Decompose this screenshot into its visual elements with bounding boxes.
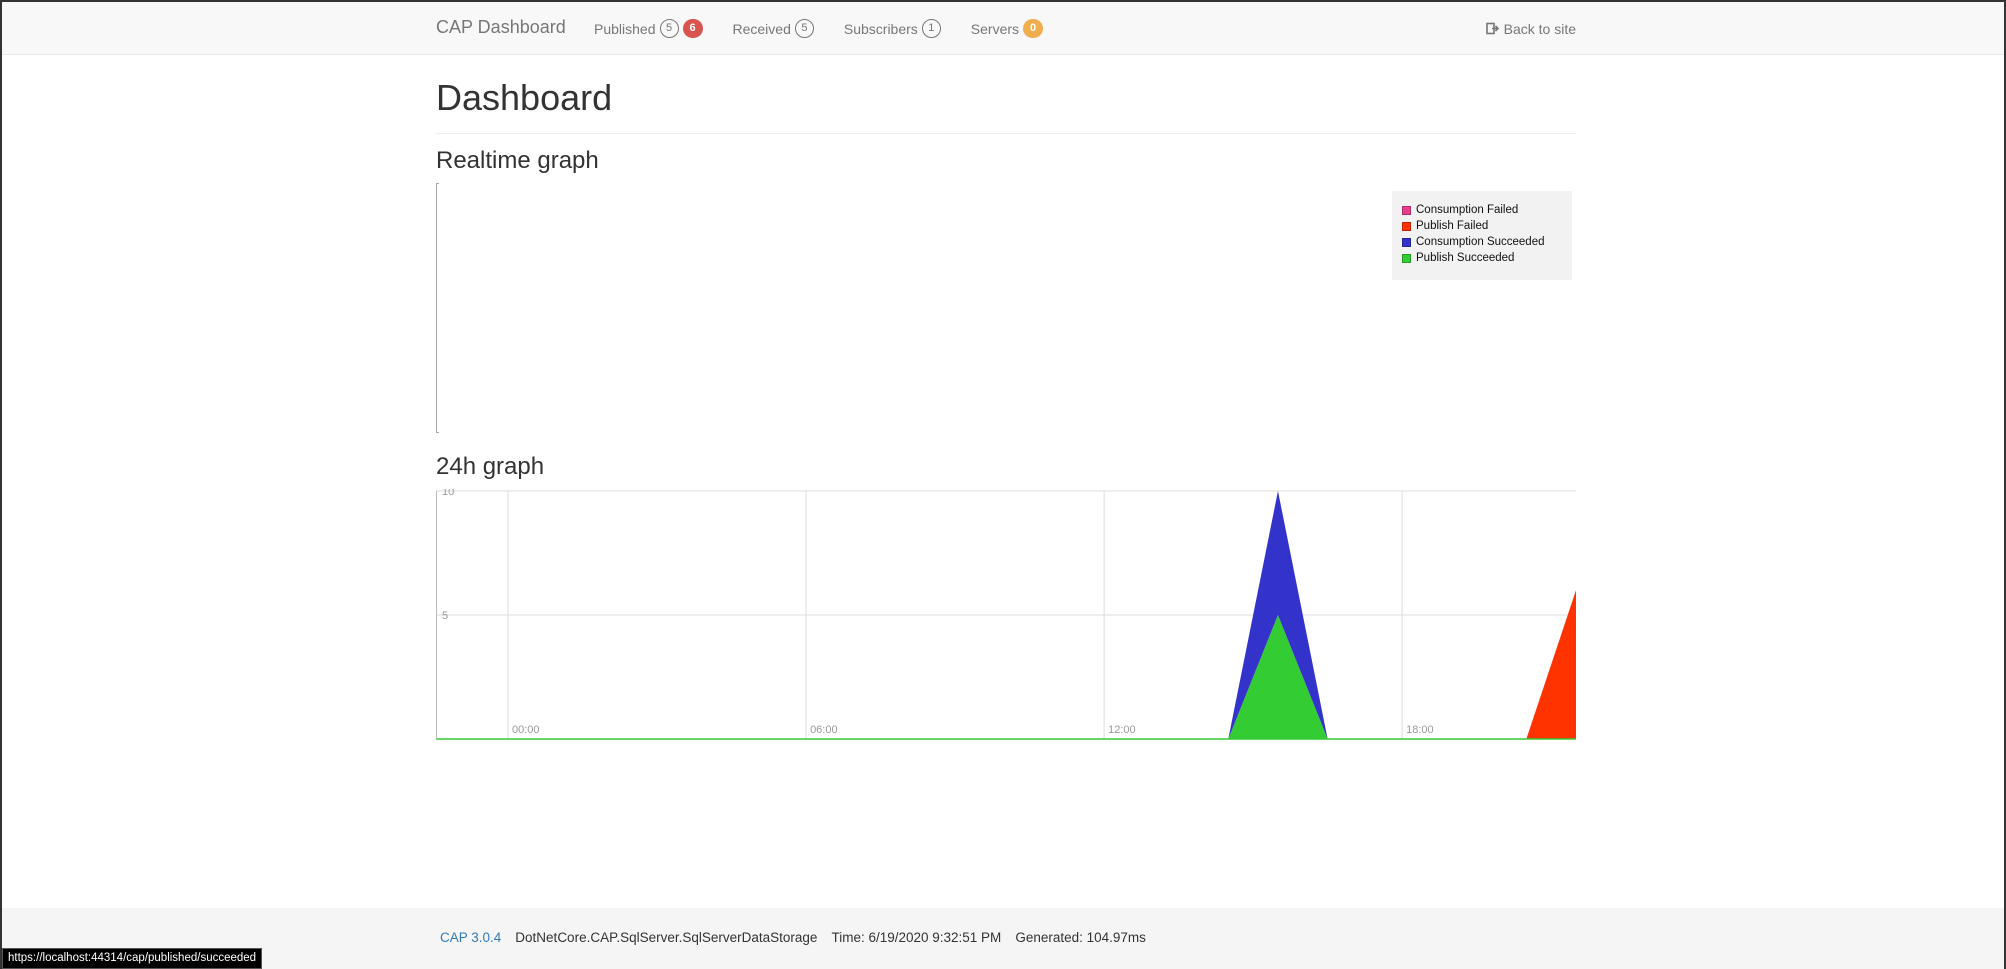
legend-item: Publish Failed [1402, 218, 1562, 234]
nav-items: Published 5 6 Received 5 Subscribers 1 Servers 0 [594, 2, 1073, 55]
back-to-site-label: Back to site [1503, 20, 1576, 37]
legend-label: Consumption Failed [1416, 204, 1519, 216]
nav-item-label: Published [594, 20, 656, 37]
footer: CAP 3.0.4 DotNetCore.CAP.SqlServer.SqlSe… [2, 908, 2004, 969]
count-badge: 1 [921, 19, 941, 38]
nav-item-label: Subscribers [843, 20, 918, 37]
page-title: Dashboard [436, 77, 1576, 134]
legend-swatch [1402, 205, 1411, 215]
legend-item: Publish Succeeded [1402, 250, 1562, 266]
nav-item-label: Received [732, 20, 791, 37]
footer-time: Time: 6/19/2020 9:32:51 PM [831, 930, 1002, 945]
area-publish-failed [1526, 590, 1576, 739]
realtime-graph-title: Realtime graph [436, 147, 599, 174]
footer-info: CAP 3.0.4 DotNetCore.CAP.SqlServer.SqlSe… [440, 930, 1160, 945]
graph24: 00:00 06:00 12:00 18:00 5 10 [436, 486, 1576, 745]
realtime-graph: Consumption Failed Publish Failed Consumpt… [436, 183, 1576, 433]
legend-item: Consumption Succeeded [1402, 234, 1562, 250]
legend-label: Publish Failed [1416, 220, 1489, 232]
x-tick-label: 00:00 [512, 724, 540, 736]
graph-legend: Consumption Failed Publish Failed Consumpt… [1392, 191, 1572, 280]
top-navbar: CAP Dashboard Published 5 6 Received 5 Subscr… [2, 2, 2004, 55]
y-tick-label: 10 [442, 489, 454, 498]
footer-storage: DotNetCore.CAP.SqlServer.SqlServerDataSt… [515, 930, 818, 945]
legend-swatch [1402, 253, 1411, 263]
x-tick-label: 18:00 [1406, 724, 1434, 736]
legend-item: Consumption Failed [1402, 202, 1562, 218]
legend-swatch [1402, 237, 1411, 247]
status-bar-url: https://localhost:44314/cap/published/su… [2, 948, 263, 969]
nav-item-received[interactable]: Received 5 [733, 2, 814, 55]
graph24-svg: 00:00 06:00 12:00 18:00 5 10 [436, 486, 1576, 740]
nav-item-published[interactable]: Published 5 6 [594, 2, 703, 55]
x-tick-label: 06:00 [810, 724, 838, 736]
footer-generated: Generated: 104.97ms [1015, 930, 1146, 945]
footer-version-link[interactable]: CAP 3.0.4 [440, 930, 501, 945]
legend-swatch [1402, 221, 1411, 231]
nav-item-subscribers[interactable]: Subscribers 1 [844, 2, 941, 55]
y-tick-label: 5 [442, 610, 448, 622]
legend-label: Publish Succeeded [1416, 252, 1515, 264]
legend-label: Consumption Succeeded [1416, 236, 1545, 248]
nav-item-label: Servers [970, 20, 1020, 37]
graph24-title: 24h graph [436, 453, 545, 480]
back-to-site-link[interactable]: Back to site [1485, 2, 1576, 55]
count-badge: 0 [1023, 19, 1044, 38]
nav-item-servers[interactable]: Servers 0 [970, 2, 1044, 55]
count-badge: 5 [794, 19, 814, 38]
x-tick-label: 12:00 [1108, 724, 1136, 736]
count-badge: 5 [659, 19, 679, 38]
brand-link[interactable]: CAP Dashboard [436, 17, 566, 38]
sign-out-icon [1485, 22, 1499, 35]
count-badge: 6 [682, 19, 703, 38]
realtime-graph-axis [436, 183, 439, 433]
navbar-container: CAP Dashboard Published 5 6 Received 5 Subscr… [434, 2, 1576, 55]
